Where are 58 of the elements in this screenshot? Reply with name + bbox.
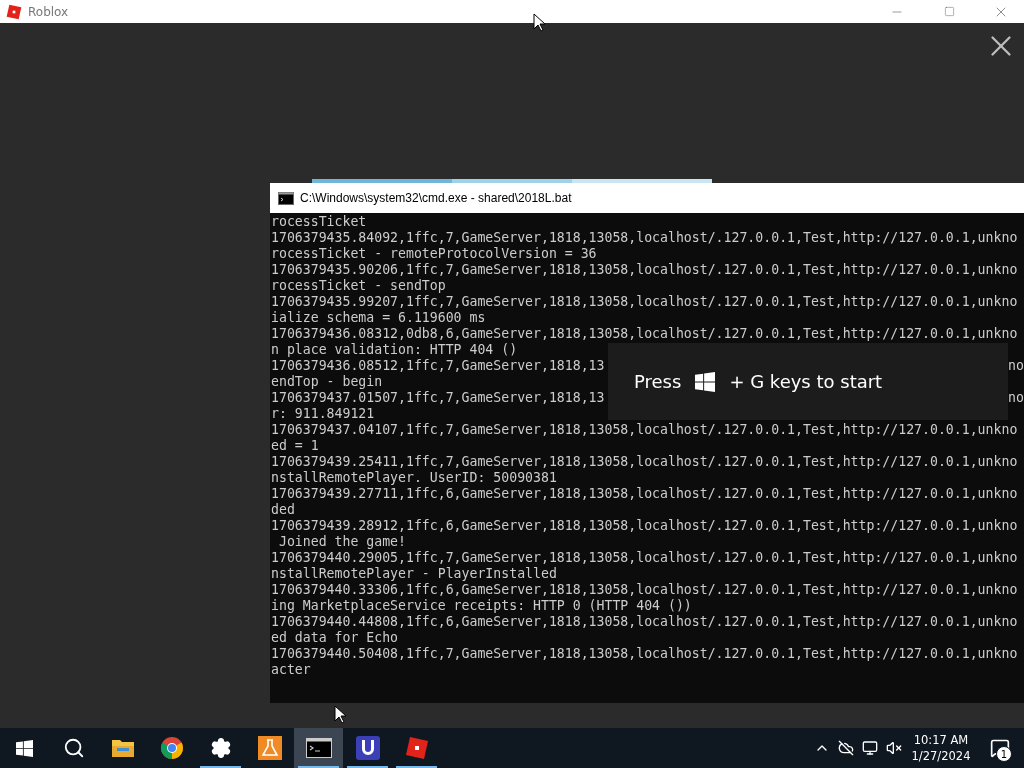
time-text: 10:17 AM [913,732,969,748]
notification-count: 1 [996,746,1012,762]
log-line: n place validation: HTTP 404 () [271,342,518,358]
network-icon[interactable] [862,740,878,756]
chrome-icon [159,736,184,760]
clock[interactable]: 10:17 AM 1/27/2024 [906,732,976,764]
log-line: ed = 1 [271,438,319,454]
date-text: 1/27/2024 [911,748,971,764]
window-title: Roblox [28,4,70,19]
log-line: 1706379436.08512,1ffc,7,GameServer,1818,13 [271,358,605,374]
toast-text: + G keys to start [729,371,883,392]
log-line: no [1008,358,1024,374]
log-line: rocessTicket [271,214,367,230]
log-line: r: 911.849121 [271,406,375,422]
log-line: 1706379440.44808,1ffc,6,GameServer,1818,13058,localhost/.127.0.0.1,Test,http://127.0.0.1,unkno [271,614,1018,630]
log-line: nstallRemotePlayer - PlayerInstalled [271,566,557,582]
roblox-logo-icon [404,736,429,760]
log-line: 1706379440.33306,1ffc,6,GameServer,1818,13058,localhost/.127.0.0.1,Test,http://127.0.0.1,unkno [271,582,1018,598]
log-line: ded [271,502,295,518]
folder-icon [110,738,135,758]
taskbar-button[interactable] [294,728,343,768]
log-line: 1706379439.25411,1ffc,7,GameServer,1818,13058,localhost/.127.0.0.1,Test,http://127.0.0.1,unkno [271,454,1018,470]
log-line: 1706379440.29005,1ffc,7,GameServer,1818,13058,localhost/.127.0.0.1,Test,http://127.0.0.1,unkno [271,550,1018,566]
volume-muted-icon[interactable] [886,740,902,756]
search-icon [62,737,85,759]
roblox-logo-icon [6,3,22,20]
log-line: acter [271,662,311,678]
log-line: 1706379440.50408,1ffc,7,GameServer,1818,13058,localhost/.127.0.0.1,Test,http://127.0.0.1,unkno [271,646,1018,662]
gear-icon [209,737,232,759]
flask-icon [257,736,282,760]
log-line: 1706379439.27711,1ffc,6,GameServer,1818,13058,localhost/.127.0.0.1,Test,http://127.0.0.1,unkno [271,486,1018,502]
log-line: 1706379437.04107,1ffc,7,GameServer,1818,13058,localhost/.127.0.0.1,Test,http://127.0.0.1,unkno [271,422,1018,438]
cursor-icon [334,705,346,724]
terminal-icon [305,738,332,758]
log-line: Joined the game! [277,534,406,550]
toast-text: Press [634,371,682,392]
cloud-off-icon[interactable] [838,740,854,756]
windows-logo-icon [16,739,33,757]
log-line: nstallRemotePlayer. UserID: 50090381 [271,470,557,486]
notification-button[interactable]: 1 [976,728,1024,768]
log-line: ing MarketplaceService receipts: HTTP 0 (HTTP 404 ()) [271,598,692,614]
windows-logo-icon [695,371,716,392]
message-icon [990,738,1010,758]
log-line: endTop - begin [271,374,383,390]
u-logo-icon [355,736,380,760]
log-line: ialize schema = 6.119600 ms [271,310,486,326]
log-line: rocessTicket - remoteProtocolVersion = 36 [271,246,597,262]
log-line: rocessTicket - sendTop [271,278,446,294]
log-line: no [1008,390,1024,406]
log-line: 1706379437.01507,1ffc,7,GameServer,1818,13 [271,390,605,406]
log-line: ed data for Echo [271,630,399,646]
terminal-icon [278,191,294,205]
log-line: 1706379439.28912,1ffc,6,GameServer,1818,13058,localhost/.127.0.0.1,Test,http://127.0.0.1,unkno [271,518,1018,534]
console-title: C:\Windows\system32\cmd.exe - shared\2018L.bat [300,191,572,205]
log-line: 1706379436.08312,0db8,6,GameServer,1818,13058,localhost/.127.0.0.1,Test,http://127.0.0.1,unkno [271,326,1018,342]
log-line: 1706379435.99207,1ffc,7,GameServer,1818,13058,localhost/.127.0.0.1,Test,http://127.0.0.1,unkno [271,294,1018,310]
log-line: 1706379435.84092,1ffc,7,GameServer,1818,13058,localhost/.127.0.0.1,Test,http://127.0.0.1,unkno [271,230,1018,246]
log-line: 1706379435.90206,1ffc,7,GameServer,1818,13058,localhost/.127.0.0.1,Test,http://127.0.0.1,unkno [271,262,1018,278]
